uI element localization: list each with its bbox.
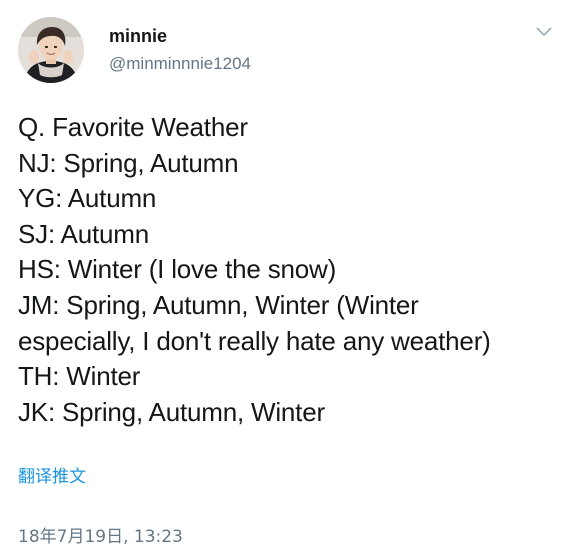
tweet-text-line: Q. Favorite Weather	[18, 112, 248, 142]
tweet-card: minnie @minminnnie1204 Q. Favorite Weath…	[0, 0, 567, 557]
tweet-text-line: SJ: Autumn	[18, 218, 149, 249]
tweet-text-line: TH: Winter	[18, 361, 141, 392]
profile-photo-icon	[18, 17, 84, 83]
tweet-text-line: HS: Winter (I love the snow)	[18, 254, 337, 285]
tweet-text-line: JM: Spring, Autumn, Winter (Winter	[18, 289, 419, 320]
tweet-text-line: NJ: Spring, Autumn	[18, 147, 239, 178]
tweet-text: Q. Favorite Weather NJ: Spring, Autumn Y…	[18, 110, 558, 430]
user-handle[interactable]: @minminnnie1204	[109, 54, 251, 74]
tweet-timestamp[interactable]: 18年7月19日, 13:23	[18, 522, 183, 547]
chevron-down-icon[interactable]	[536, 26, 552, 38]
translate-tweet-link[interactable]: 翻译推文	[18, 462, 86, 487]
display-name[interactable]: minnie	[109, 26, 167, 47]
tweet-text-line: JK: Spring, Autumn, Winter	[18, 396, 325, 427]
tweet-text-line: YG: Autumn	[18, 183, 157, 214]
avatar[interactable]	[18, 17, 84, 83]
tweet-text-line: especially, I don't really hate any weat…	[18, 325, 491, 356]
